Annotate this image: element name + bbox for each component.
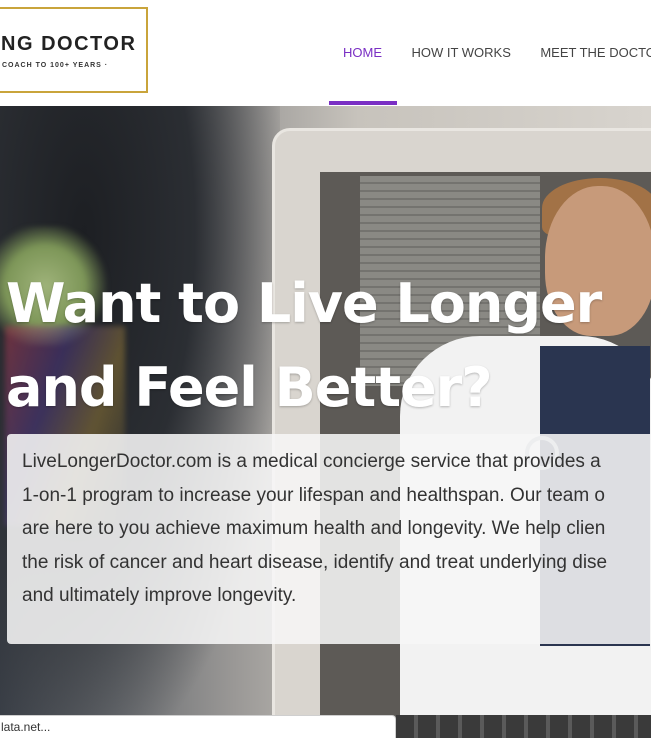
nav-home[interactable]: HOME [343,45,382,60]
main-nav: HOME HOW IT WORKS MEET THE DOCTO [343,44,651,62]
logo-wordmark[interactable]: ONG DOCTOR [0,33,136,56]
nav-how-it-works[interactable]: HOW IT WORKS [411,45,510,60]
nav-active-indicator [329,101,397,105]
logo-tagline: COACH TO 100+ YEARS · [2,62,109,69]
hero-title-line-2: and Feel Better? [6,356,493,419]
site-header: ONG DOCTOR COACH TO 100+ YEARS · HOME HO… [0,0,651,106]
browser-status-bar: lata.net... [0,715,396,738]
hero-title: Want to Live Longer and Feel Better? [6,262,651,430]
laptop-keyboard-image [396,715,651,738]
intro-text: LiveLongerDoctor.com is a medical concie… [22,451,608,606]
nav-meet-the-doctor[interactable]: MEET THE DOCTO [540,45,651,60]
hero-title-line-1: Want to Live Longer [6,272,602,335]
